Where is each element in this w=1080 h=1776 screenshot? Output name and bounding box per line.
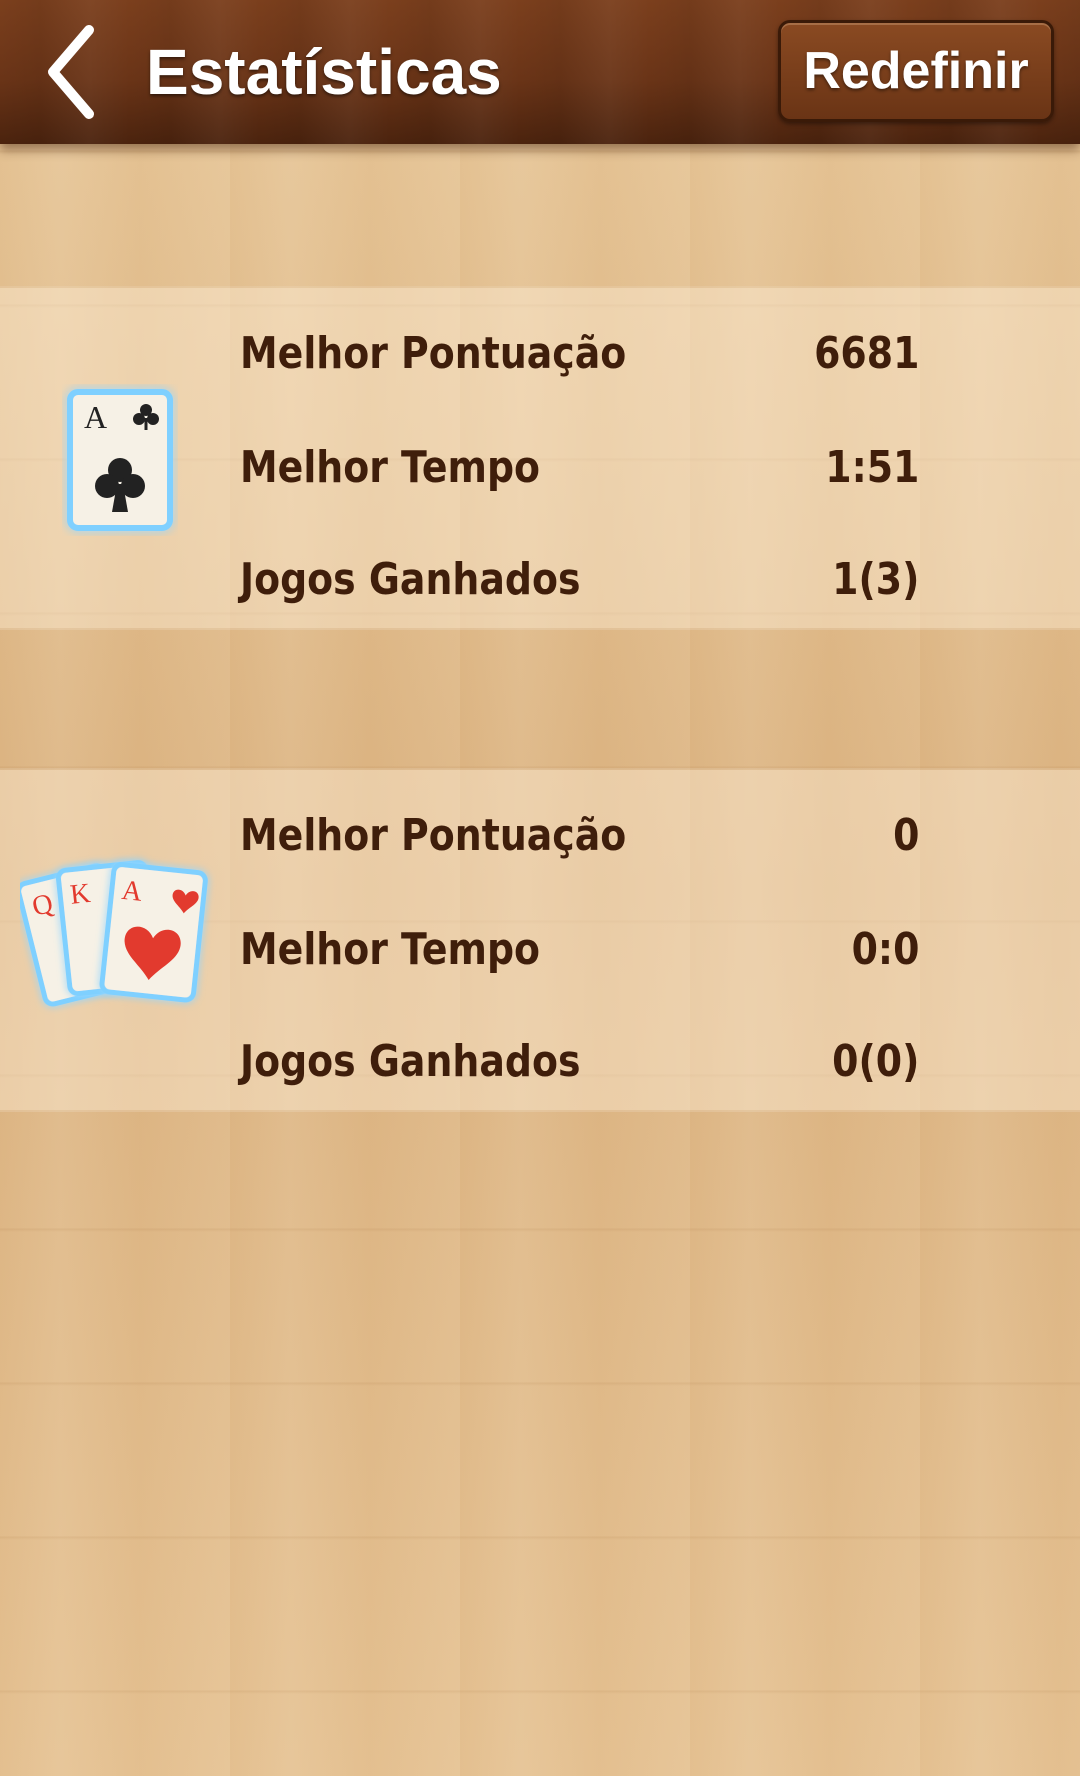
best-time-label: Melhor Tempo <box>240 441 541 493</box>
stats-panel-single-card: A Melhor Pontuação 6681 Melhor Tempo 1:5… <box>0 288 1080 628</box>
games-won-label: Jogos Ganhados <box>240 553 581 605</box>
best-score-value: 6681 <box>814 327 920 379</box>
reset-button[interactable]: Redefinir <box>778 20 1054 122</box>
page-title: Estatísticas <box>146 36 502 108</box>
best-time-label: Melhor Tempo <box>240 923 541 975</box>
svg-text:A: A <box>84 399 107 435</box>
best-score-label: Melhor Pontuação <box>240 809 627 861</box>
best-time-row: Melhor Tempo 1:51 <box>240 412 919 522</box>
ace-of-clubs-card-icon: A <box>62 384 178 536</box>
best-score-row: Melhor Pontuação 6681 <box>240 298 919 408</box>
best-score-value: 0 <box>893 809 920 861</box>
best-time-value: 0:0 <box>851 923 920 975</box>
games-won-value: 0(0) <box>832 1035 920 1087</box>
games-won-row: Jogos Ganhados 0(0) <box>240 1006 919 1116</box>
fanned-hearts-cards-icon: Q K A <box>16 848 220 1028</box>
top-app-bar: Estatísticas Redefinir <box>0 0 1080 144</box>
svg-text:K: K <box>69 878 92 911</box>
best-score-label: Melhor Pontuação <box>240 327 627 379</box>
chevron-left-icon <box>48 25 94 119</box>
back-button[interactable] <box>36 24 106 120</box>
best-time-row: Melhor Tempo 0:0 <box>240 894 919 1004</box>
svg-text:A: A <box>120 875 144 908</box>
best-time-value: 1:51 <box>825 441 920 493</box>
games-won-value: 1(3) <box>832 553 920 605</box>
games-won-label: Jogos Ganhados <box>240 1035 581 1087</box>
best-score-row: Melhor Pontuação 0 <box>240 780 919 890</box>
games-won-row: Jogos Ganhados 1(3) <box>240 524 919 634</box>
stats-panel-three-cards: Q K A Melhor Pontuação 0 Melhor Tempo 0:… <box>0 770 1080 1110</box>
